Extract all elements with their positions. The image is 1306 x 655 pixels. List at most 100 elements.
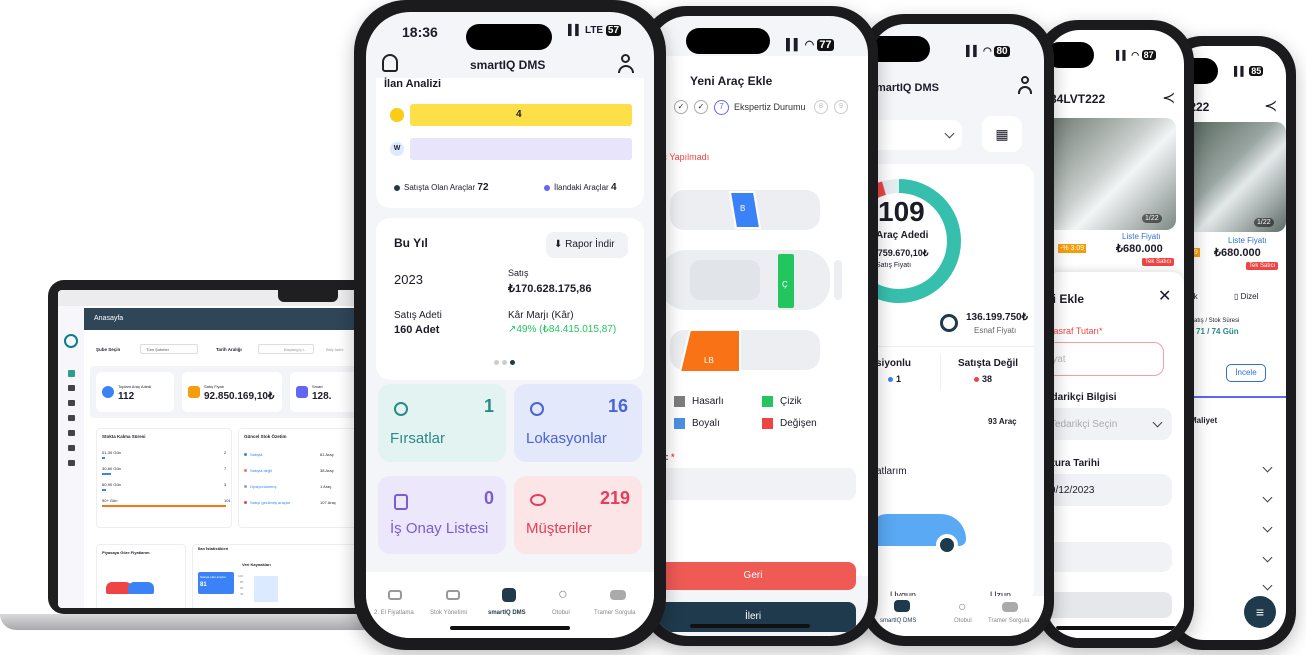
nav-item[interactable]: Stok Yönetimi: [430, 610, 467, 616]
invoice-label: atura Tarihi: [1046, 458, 1100, 469]
stock-row-label: 30-60 Gün: [102, 466, 121, 471]
tile-value: 219: [600, 488, 631, 508]
legend-label: Hasarlı: [692, 396, 724, 407]
dms-icon[interactable]: [502, 588, 516, 602]
laptop-base: [0, 614, 380, 630]
stock-row-bar: [102, 489, 106, 491]
summary-row-value: 107 Araç: [320, 500, 336, 505]
stock-row-value: 101: [224, 498, 231, 503]
nav-item[interactable]: Otobul: [954, 618, 972, 624]
car-damage-diagram[interactable]: [650, 180, 868, 380]
ring-price: ₺759.670,10₺: [872, 248, 929, 258]
sidebar-chart-icon[interactable]: [68, 430, 75, 436]
sidebar-car-icon[interactable]: [68, 385, 75, 391]
sales-label: Satış: [508, 268, 529, 278]
user-icon[interactable]: [618, 54, 634, 74]
col2-value: 38: [982, 374, 993, 384]
pager-dots[interactable]: [494, 360, 524, 366]
legend-swatch: [674, 396, 685, 407]
price: ₺680.000: [1116, 243, 1163, 255]
tile-value: 1: [484, 396, 495, 416]
stat-value: 128.: [312, 391, 332, 402]
nav-item[interactable]: smartIQ DMS: [880, 618, 916, 624]
sidebar-logo-icon: [64, 334, 78, 348]
expense-label: Masraf Tutarı*: [1046, 326, 1103, 336]
nav-item[interactable]: Tramer Sorgula: [594, 610, 635, 616]
menu-fab[interactable]: ≡: [1244, 596, 1276, 628]
stock-row-bar: [102, 505, 226, 507]
chip-fuel: ▯ Dizel: [1234, 292, 1259, 301]
step-current[interactable]: 7: [714, 100, 729, 115]
inspect-button[interactable]: İncele: [1226, 364, 1266, 382]
step-8: 8: [814, 100, 828, 114]
tramer-icon[interactable]: [610, 590, 626, 600]
trader-value: 136.199.750₺: [966, 312, 1028, 323]
marker-icon: [390, 108, 404, 122]
stock-row-bar: [102, 473, 111, 475]
calendar-button[interactable]: ▦: [982, 116, 1022, 152]
share-icon[interactable]: ≺: [1162, 88, 1175, 108]
battery: ▌▌ ◠ 80: [966, 46, 1010, 57]
summary-dot: [244, 453, 247, 456]
stock-value: 71 / 74 Gün: [1196, 327, 1239, 336]
market-title: Piyasaya Göre Fiyatlarım: [102, 550, 150, 555]
chevron-down-icon[interactable]: [1262, 522, 1273, 533]
dms-icon[interactable]: [894, 600, 910, 612]
tramer-icon[interactable]: [1002, 602, 1018, 612]
invoice-value: 9/12/2023: [1050, 485, 1095, 496]
car-icon[interactable]: [388, 590, 402, 600]
checklist-icon: [394, 494, 408, 510]
photo-counter: 1/22: [1254, 218, 1274, 227]
analysis-bar-value: 4: [516, 109, 522, 120]
text-input[interactable]: [650, 468, 856, 500]
battery: ▌▌ 85: [1234, 66, 1264, 76]
search-icon[interactable]: ○: [558, 586, 568, 604]
supplier-label: edarikçi Bilgisi: [1046, 392, 1117, 403]
stock-icon[interactable]: [446, 590, 460, 600]
phone-home: 18:36 ▌▌ LTE 57 smartIQ DMS İlan Analizi…: [354, 0, 666, 650]
y-tick: 100: [238, 574, 244, 578]
battery: ▌▌ ◠ 77: [786, 39, 834, 51]
phone-expense-sheet: ▌▌ ◠ 87 34LVT222 ≺ 1/22 Liste Fiyatı -% …: [1036, 20, 1194, 648]
stock-card: [96, 428, 232, 528]
nav-item[interactable]: Otobul: [552, 610, 570, 616]
nav-item[interactable]: Tramer Sorgula: [988, 618, 1029, 624]
stock-row-label: 60-90 Gün: [102, 482, 121, 487]
search-icon[interactable]: ○: [958, 598, 966, 614]
seller-tag: Tek Satıcı: [1246, 262, 1279, 270]
chevron-down-icon[interactable]: [1262, 462, 1273, 473]
section-title: atlarım: [876, 466, 907, 477]
back-button[interactable]: Geri: [650, 562, 856, 590]
save-button[interactable]: [1046, 592, 1172, 618]
col1-label: siyonlu: [876, 358, 912, 369]
ad-title: İlan İstatistikleri: [198, 546, 229, 551]
chevron-down-icon[interactable]: [1262, 552, 1273, 563]
legend-label: Satışta Olan Araçlar 72: [404, 182, 489, 193]
sidebar-home-icon[interactable]: [68, 370, 75, 377]
phone-dashboard-stock: ▌▌ ◠ 80 martIQ DMS ▦ 109 Araç Adedi ₺759…: [860, 14, 1054, 646]
part-b: B: [740, 204, 746, 213]
nav-item[interactable]: smartIQ DMS: [488, 610, 526, 616]
summary-row-label: Satışı gecikmiş araçlar: [250, 500, 291, 505]
sidebar-cart-icon[interactable]: [68, 400, 75, 406]
share-icon[interactable]: ≺: [1264, 96, 1277, 116]
stock-row-value: 7: [224, 466, 227, 471]
legend-swatch: [762, 396, 773, 407]
sidebar-tag-icon[interactable]: [68, 415, 75, 421]
step-9: 9: [834, 100, 848, 114]
page-title: Yeni Araç Ekle: [690, 74, 773, 88]
legend-swatch: [762, 418, 773, 429]
chevron-down-icon[interactable]: [1262, 580, 1273, 591]
legend-label: Boyalı: [692, 418, 720, 429]
chevron-down-icon[interactable]: [1262, 492, 1273, 503]
close-icon[interactable]: ✕: [1158, 286, 1171, 306]
w-icon: W: [390, 142, 404, 156]
count-label: Satış Adeti: [394, 310, 442, 321]
nav-item[interactable]: 2. El Fiyatlama: [374, 610, 414, 616]
sidebar-users-icon[interactable]: [68, 445, 75, 451]
y-tick: 60: [240, 586, 244, 590]
user-icon[interactable]: [1018, 76, 1032, 96]
bell-icon[interactable]: [382, 54, 398, 72]
sidebar-user-icon[interactable]: [68, 460, 75, 466]
laptop: Anasayfa Şube Seçin Tüm Şubeler Tarih Ar…: [0, 280, 380, 650]
